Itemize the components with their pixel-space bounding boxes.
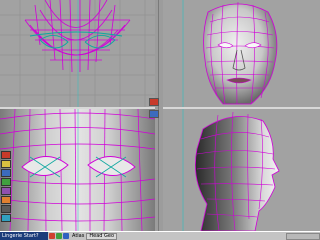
- app-launch-icon[interactable]: [63, 233, 69, 239]
- top-view-wireframe: [0, 0, 155, 107]
- viewport-side[interactable]: [163, 109, 320, 231]
- system-tray: [286, 232, 320, 240]
- tool-palette: [0, 150, 12, 234]
- app-launch-icon[interactable]: [56, 233, 62, 239]
- viewport-perspective[interactable]: [163, 0, 320, 107]
- move-tool-icon[interactable]: [1, 151, 11, 159]
- rotate-tool-icon[interactable]: [1, 160, 11, 168]
- start-button[interactable]: Lingerie Start?: [0, 232, 48, 240]
- select-tool-icon[interactable]: [1, 178, 11, 186]
- viewport-option-button-red[interactable]: [149, 98, 159, 106]
- viewport-option-button-blue[interactable]: [149, 110, 159, 118]
- side-head-render: [182, 109, 280, 231]
- render-tool-icon[interactable]: [1, 214, 11, 222]
- app-launch-icon[interactable]: [49, 233, 55, 239]
- front-view-wireframe: [0, 109, 155, 231]
- taskbar-window-button[interactable]: Head Geo: [86, 232, 118, 240]
- scale-tool-icon[interactable]: [1, 169, 11, 177]
- paint-tool-icon[interactable]: [1, 187, 11, 195]
- taskbar: Lingerie Start? Atlas Head Geo: [0, 231, 320, 240]
- light-tool-icon[interactable]: [1, 196, 11, 204]
- perspective-head-render: [182, 0, 278, 107]
- taskbar-item-label[interactable]: Atlas: [72, 233, 84, 239]
- viewport-front[interactable]: [0, 109, 155, 231]
- viewport-top[interactable]: [0, 0, 155, 107]
- camera-tool-icon[interactable]: [1, 205, 11, 213]
